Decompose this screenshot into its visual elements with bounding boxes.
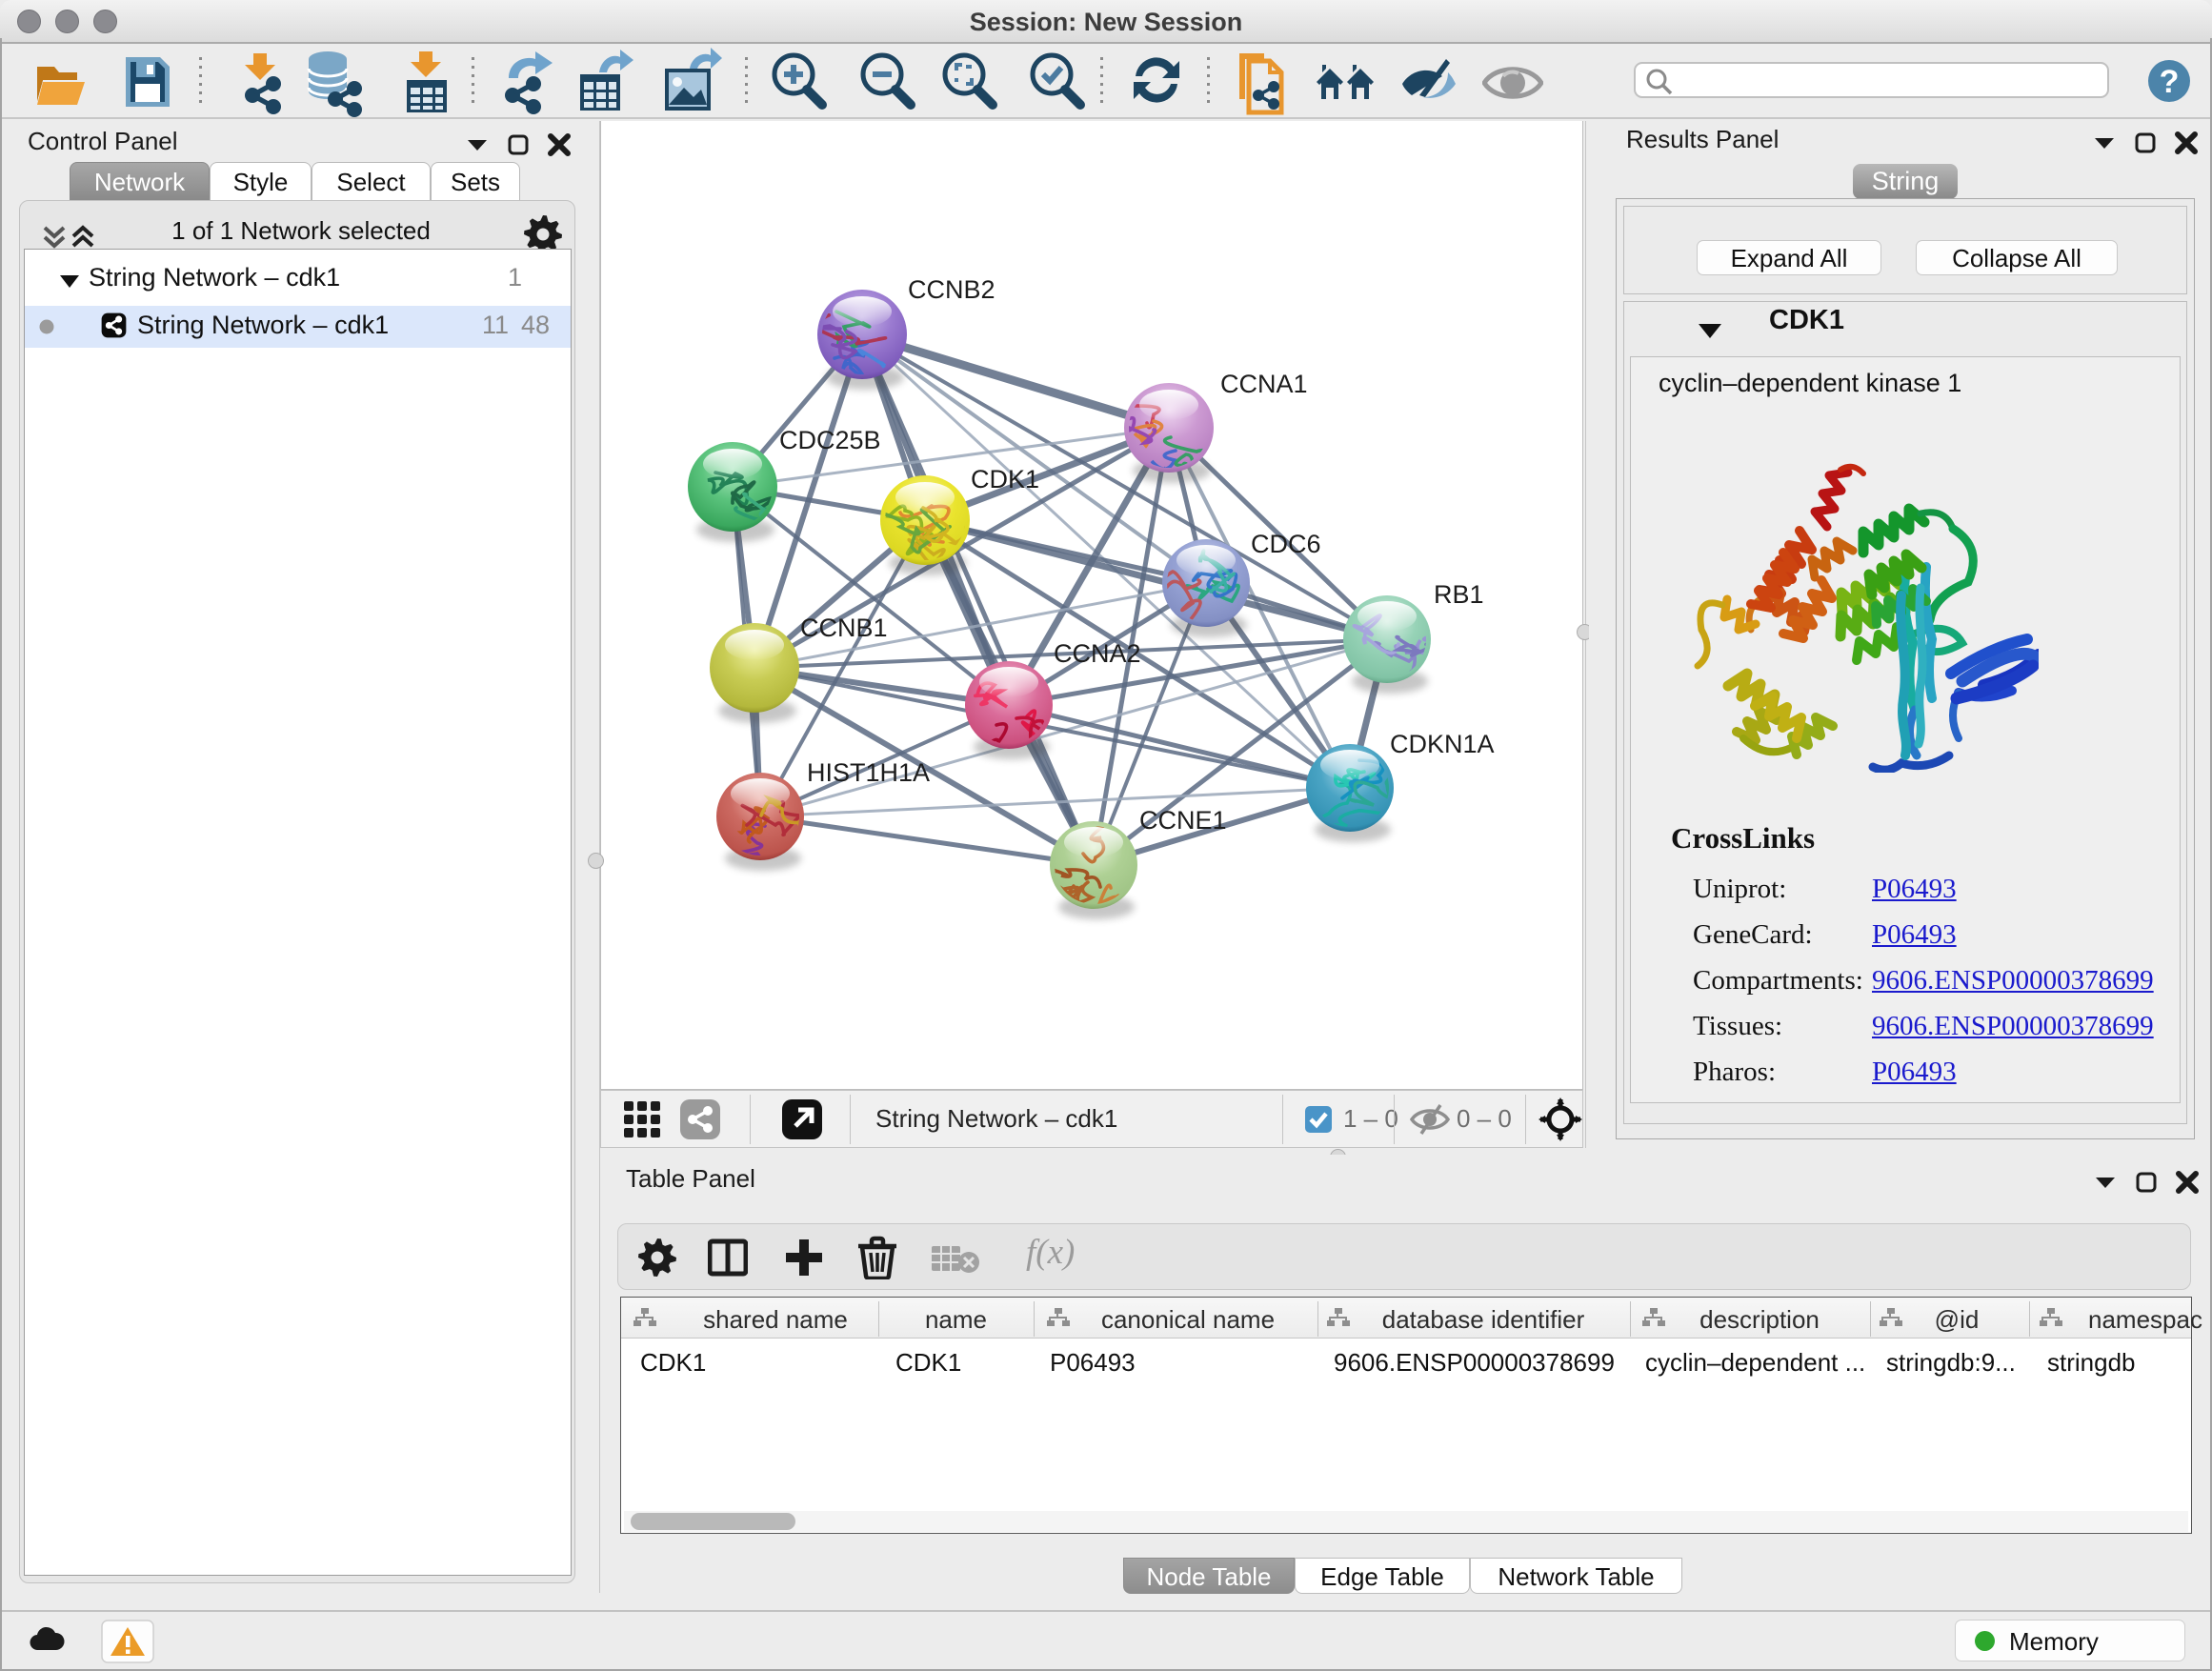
svg-text:RB1: RB1 bbox=[1434, 580, 1484, 609]
svg-text:?: ? bbox=[2160, 64, 2180, 100]
svg-text:CDKN1A: CDKN1A bbox=[1390, 730, 1495, 758]
svg-text:CCNA2: CCNA2 bbox=[1054, 639, 1141, 668]
svg-text:CDC6: CDC6 bbox=[1251, 530, 1321, 558]
svg-text:CCNA1: CCNA1 bbox=[1220, 370, 1308, 398]
svg-text:CCNB2: CCNB2 bbox=[908, 275, 995, 304]
svg-text:CCNE1: CCNE1 bbox=[1139, 806, 1227, 835]
svg-text:CDK1: CDK1 bbox=[971, 465, 1039, 493]
svg-text:CCNB1: CCNB1 bbox=[800, 614, 888, 642]
svg-text:HIST1H1A: HIST1H1A bbox=[807, 758, 930, 787]
svg-text:CDC25B: CDC25B bbox=[779, 426, 881, 454]
